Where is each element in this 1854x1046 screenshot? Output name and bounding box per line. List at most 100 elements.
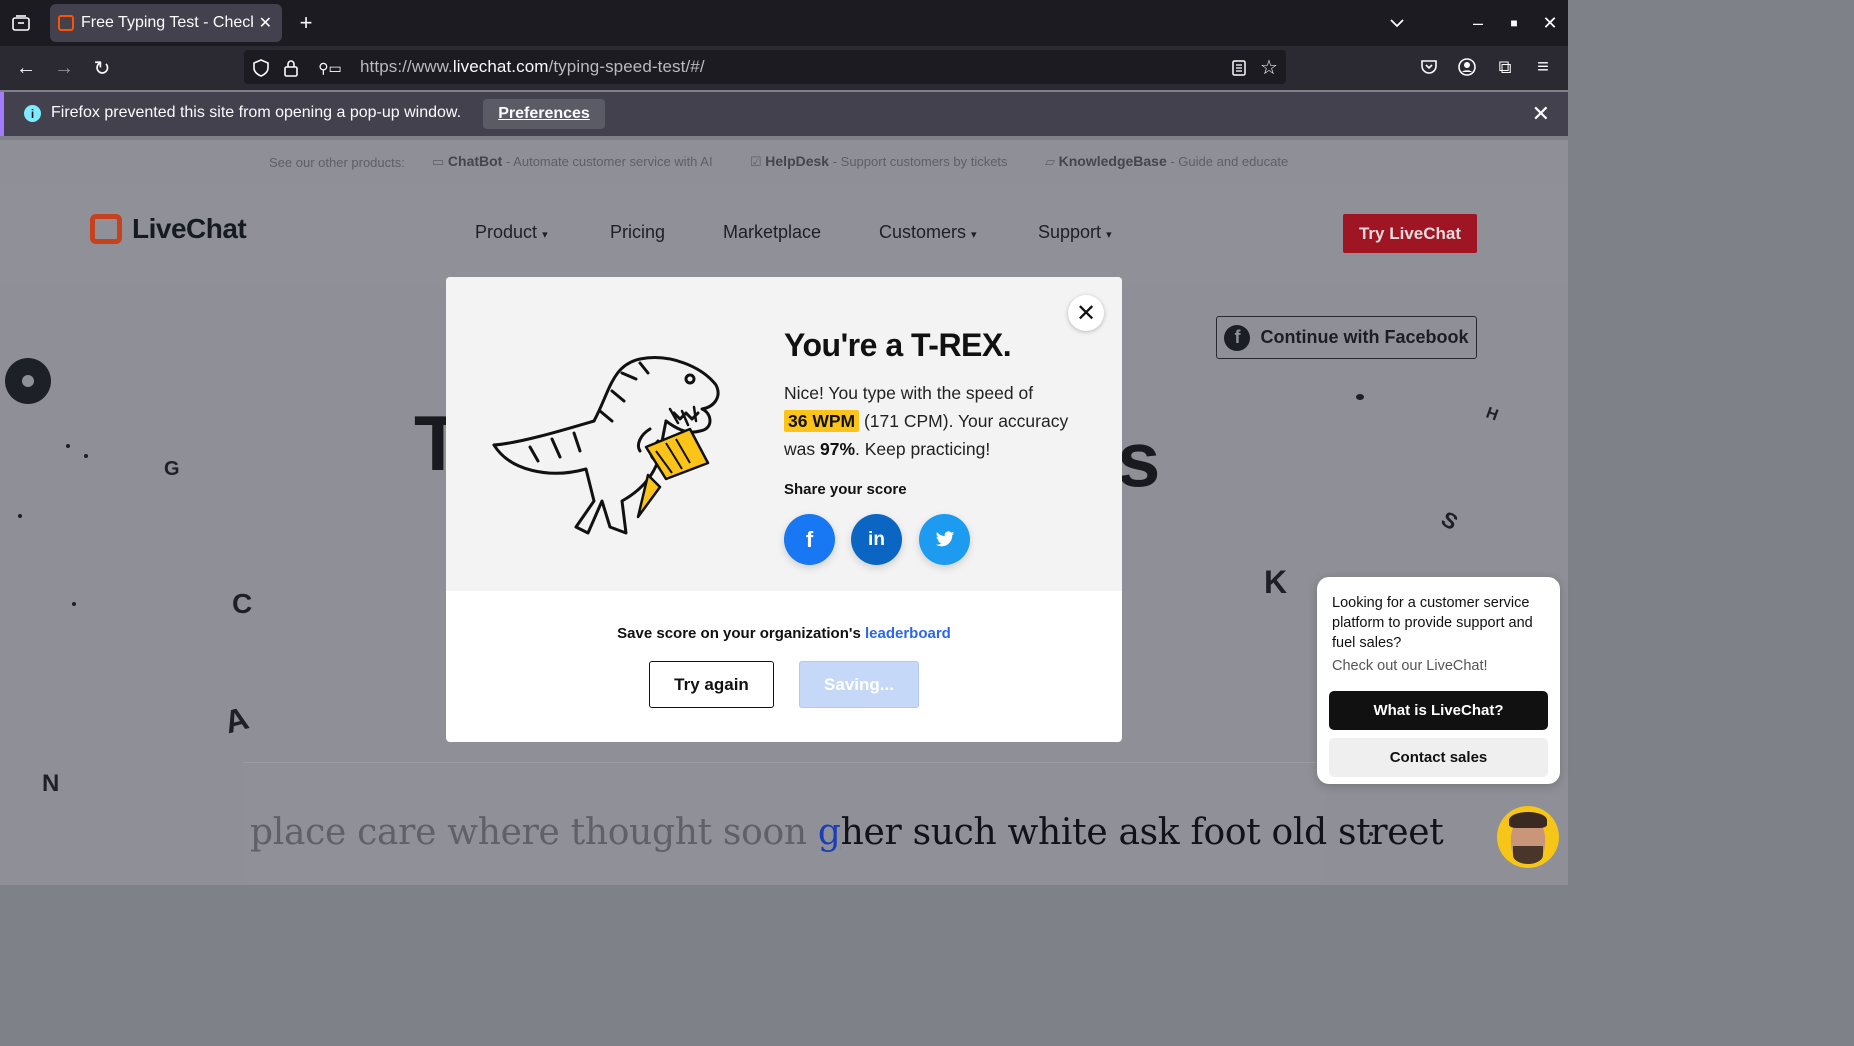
product-desc: - Automate customer service with AI [502,154,713,169]
decor-letter: N [42,770,60,797]
decor-letter: H [1483,404,1501,425]
lock-icon[interactable] [280,57,302,79]
typed-words: place care where thought soon [250,812,818,853]
accuracy-value: 97% [819,439,856,459]
maximize-icon[interactable]: ■ [1504,12,1524,34]
livechat-favicon-icon [58,15,74,31]
livechat-logo-icon [90,214,122,244]
share-facebook-button[interactable]: f [784,514,835,565]
tracking-shield-icon[interactable] [250,57,272,79]
back-arrow-icon[interactable]: ← [14,56,38,80]
tab-bar: Free Typing Test - Check ✕ + – ■ ✕ [0,0,1568,46]
product-name: ChatBot [447,153,503,169]
nav-customers[interactable]: Customers ▾ [879,222,977,243]
info-icon: i [24,105,41,122]
product-desc: - Support customers by tickets [829,154,1008,169]
facebook-icon: f [805,526,814,552]
try-livechat-button[interactable]: Try LiveChat [1343,214,1477,253]
nav-product[interactable]: Product ▾ [475,222,548,243]
product-knowledgebase[interactable]: ▱ KnowledgeBase - Guide and educate [1045,153,1288,170]
nav-label: Support [1038,222,1102,242]
reader-view-icon[interactable] [1228,57,1250,79]
chat-agent-avatar[interactable] [1497,806,1559,868]
product-name: HelpDesk [765,153,830,169]
decor-dot [66,444,70,448]
list-tabs-chevron-icon[interactable] [1386,12,1408,34]
facebook-button-label: Continue with Facebook [1260,327,1469,347]
decor-letter: S [1436,506,1463,536]
nav-label: Product [475,222,538,242]
notification-close-icon[interactable]: ✕ [1532,101,1550,127]
close-tab-icon[interactable]: ✕ [259,13,272,33]
decor-dot [72,602,76,606]
decor-letter: C [232,588,253,619]
product-name: KnowledgeBase [1058,153,1167,169]
twitter-icon [935,531,954,547]
popup-blocked-notification: i Firefox prevented this site from openi… [0,92,1568,136]
bookmark-star-icon[interactable]: ☆ [1258,56,1280,79]
t-rex-illustration-icon [492,356,720,535]
decor-dot [1356,394,1364,400]
nav-support[interactable]: Support ▾ [1038,222,1112,243]
product-helpdesk[interactable]: ☑ HelpDesk - Support customers by ticket… [750,153,1008,170]
caret-down-icon: ▾ [542,229,548,241]
result-summary: Nice! You type with the speed of 36 WPM (… [784,379,1084,463]
extensions-puzzle-icon[interactable]: ⧉ [1494,56,1516,78]
decor-letter: G [164,458,180,480]
pocket-icon[interactable] [1418,56,1440,78]
leaderboard-link[interactable]: leaderboard [865,625,951,642]
decor-blob-icon [5,358,51,404]
modal-close-icon[interactable]: ✕ [1068,295,1104,331]
tab-overview-icon[interactable] [10,12,32,34]
nav-label: Customers [879,222,967,242]
caret-down-icon: ▾ [971,229,977,241]
share-linkedin-button[interactable]: in [851,514,902,565]
wpm-badge: 36 WPM [784,410,860,432]
nav-marketplace[interactable]: Marketplace [723,222,821,243]
remaining-words: her such white ask foot old street [840,812,1444,853]
headline-fragment-right: s [1117,415,1161,503]
decor-dot [18,514,22,518]
result-title: You're a T-REX. [784,327,1012,363]
contact-sales-button[interactable]: Contact sales [1329,738,1548,777]
decor-dot [84,454,88,458]
decor-letter: A [220,699,253,741]
reload-icon[interactable]: ↻ [90,56,114,80]
product-desc: - Guide and educate [1166,154,1289,169]
product-chatbot[interactable]: ▭ ChatBot - Automate customer service wi… [432,153,713,170]
permissions-icon[interactable]: ⚲▭ [310,57,350,79]
leaderboard-text: Save score on your organization's [617,625,865,642]
forward-arrow-icon[interactable]: → [52,56,76,80]
active-tab[interactable]: Free Typing Test - Check ✕ [50,4,282,42]
what-is-livechat-button[interactable]: What is LiveChat? [1329,691,1548,730]
summary-after: . Keep practicing! [855,439,991,459]
chat-question: Looking for a customer service platform … [1332,595,1533,651]
url-domain: livechat.com [452,57,549,76]
new-tab-icon[interactable]: + [295,10,317,35]
livechat-logo[interactable]: LiveChat [90,213,247,245]
current-letter: g [817,812,841,853]
result-modal: ✕ You're a T-REX. Nice! You type with th… [446,277,1122,742]
chat-widget: Looking for a customer service platform … [1317,577,1560,784]
summary-line1: Nice! You type with the speed of [784,383,1034,403]
preferences-button[interactable]: Preferences [483,99,605,129]
leaderboard-prompt: Save score on your organization's leader… [446,625,1122,642]
facebook-icon: f [1224,324,1251,351]
continue-with-facebook-button[interactable]: f Continue with Facebook [1216,316,1477,359]
saving-button[interactable]: Saving... [799,661,919,708]
account-icon[interactable] [1456,56,1478,78]
try-again-button[interactable]: Try again [649,661,774,708]
caret-down-icon: ▾ [1106,229,1112,241]
decor-letter: K [1264,564,1288,600]
products-lead: See our other products: [269,155,405,170]
url-text[interactable]: https://www.livechat.com/typing-speed-te… [360,57,705,77]
share-twitter-button[interactable] [919,514,970,565]
window-close-icon[interactable]: ✕ [1540,12,1560,34]
nav-pricing[interactable]: Pricing [610,222,665,243]
minimize-icon[interactable]: – [1468,12,1488,34]
typing-text: place care where thought soon gher such … [250,812,1444,853]
tab-title: Free Typing Test - Check [81,14,253,31]
share-label: Share your score [784,481,907,498]
avatar-hair [1509,812,1547,828]
app-menu-icon[interactable]: ≡ [1532,56,1554,78]
